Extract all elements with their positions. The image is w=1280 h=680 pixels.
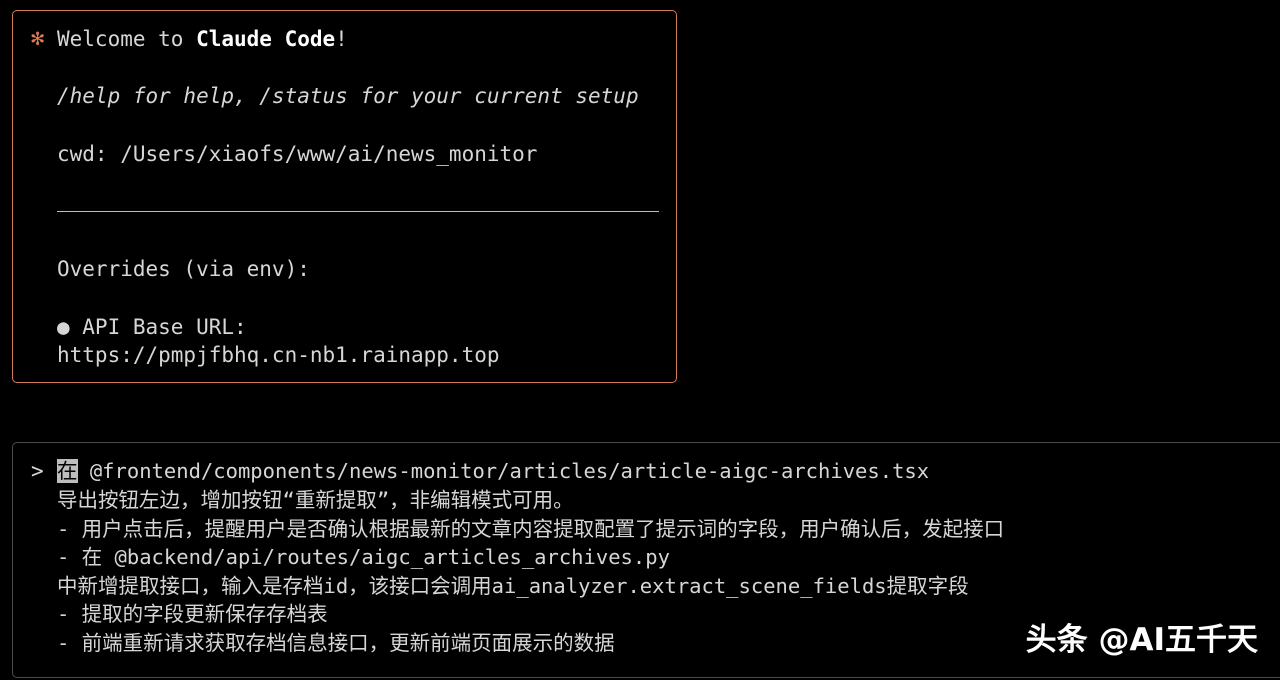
api-base-label: ● API Base URL:	[57, 315, 247, 339]
prompt-caret: >	[31, 459, 44, 483]
api-base-url: https://pmpjfbhq.cn-nb1.rainapp.top	[57, 343, 500, 367]
welcome-title-brand: Claude Code	[196, 27, 336, 51]
prompt-line-7[interactable]: - 前端重新请求获取存档信息接口，更新前端页面展示的数据	[57, 629, 615, 658]
welcome-panel: ✻ Welcome to Claude Code! /help for help…	[12, 10, 677, 383]
prompt-line-2[interactable]: 导出按钮左边，增加按钮“重新提取”，非编辑模式可用。	[57, 486, 574, 515]
watermark: 头条 @AI五千天	[1025, 622, 1258, 658]
cwd-line: cwd: /Users/xiaofs/www/ai/news_monitor	[57, 142, 538, 166]
welcome-title-suffix: !	[335, 27, 348, 51]
prompt-line-5[interactable]: 中新增提取接口，输入是存档id，该接口会调用ai_analyzer.extrac…	[57, 572, 969, 601]
help-hint: /help for help, /status for your current…	[57, 84, 639, 108]
overrides-heading: Overrides (via env):	[57, 257, 310, 281]
prompt-line-1[interactable]: 在 @frontend/components/news-monitor/arti…	[57, 457, 929, 486]
welcome-title-prefix: Welcome to	[57, 27, 197, 51]
welcome-divider	[57, 211, 659, 212]
text-cursor: 在	[57, 459, 78, 483]
prompt-line-6[interactable]: - 提取的字段更新保存存档表	[57, 600, 328, 629]
prompt-line-3[interactable]: - 用户点击后，提醒用户是否确认根据最新的文章内容提取配置了提示词的字段，用户确…	[57, 515, 1004, 544]
claude-asterisk-icon: ✻	[31, 26, 45, 51]
prompt-line-1-text: @frontend/components/news-monitor/articl…	[77, 459, 930, 483]
prompt-line-4[interactable]: - 在 @backend/api/routes/aigc_articles_ar…	[57, 543, 670, 572]
welcome-title: Welcome to Claude Code!	[57, 25, 348, 53]
